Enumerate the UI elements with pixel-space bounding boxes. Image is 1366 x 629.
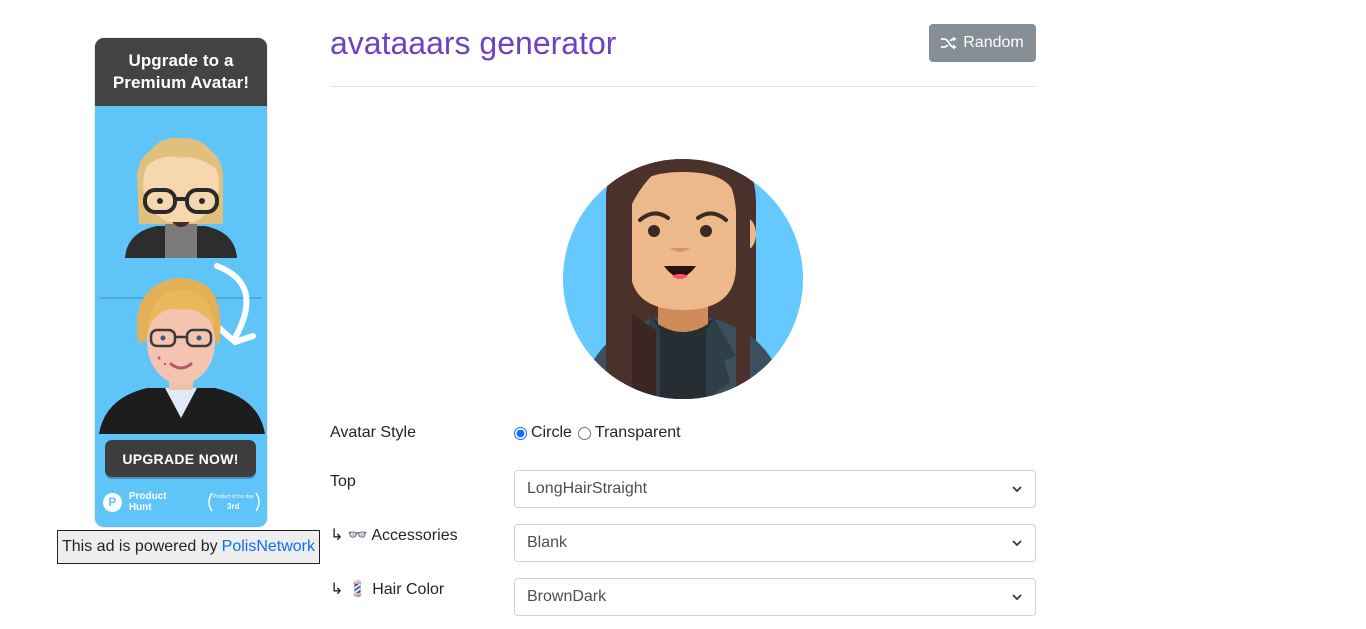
chevron-down-icon	[1012, 540, 1022, 547]
product-hunt-label: Product Hunt	[128, 491, 167, 513]
accessories-select-value: Blank	[527, 534, 568, 551]
product-hunt-row: P Product Hunt Product of the day 3rd	[103, 490, 261, 514]
hair-color-select[interactable]: BrownDark	[514, 578, 1036, 616]
radio-circle[interactable]	[514, 426, 527, 440]
radio-circle-option[interactable]: Circle	[514, 421, 572, 445]
hair-color-label: ↳ 💈 Hair Color	[330, 581, 445, 598]
chevron-down-icon	[1012, 594, 1022, 601]
header-divider	[330, 86, 1036, 87]
avatar-preview	[563, 159, 803, 399]
ad-attribution-text: This ad is powered by	[62, 538, 218, 555]
hair-color-select-value: BrownDark	[527, 588, 607, 605]
accessories-label: ↳ 👓 Accessories	[330, 527, 458, 544]
polis-network-link[interactable]: PolisNetwork	[222, 538, 315, 556]
radio-transparent[interactable]	[577, 426, 591, 440]
radio-transparent-option[interactable]: Transparent	[577, 421, 681, 445]
ad-banner[interactable]: Upgrade to a Premium Avatar! UPGRADE NOW…	[95, 38, 267, 527]
product-hunt-badge: Product of the day 3rd	[206, 491, 261, 513]
hair-color-row: ↳ 💈 Hair Color BrownDark	[330, 578, 1036, 616]
ad-headline: Upgrade to a Premium Avatar!	[95, 38, 267, 106]
accessories-select[interactable]: Blank	[514, 524, 1036, 562]
top-row: Top LongHairStraight	[330, 470, 1036, 508]
radio-circle-label: Circle	[531, 424, 572, 441]
ad-illustration	[99, 137, 265, 434]
accessories-row: ↳ 👓 Accessories Blank	[330, 524, 1036, 562]
random-button[interactable]: Random	[929, 24, 1036, 62]
radio-transparent-label: Transparent	[594, 424, 681, 441]
product-hunt-icon: P	[103, 492, 122, 512]
page: Upgrade to a Premium Avatar! UPGRADE NOW…	[0, 0, 1366, 629]
avatar-style-radios: Circle Transparent	[514, 421, 687, 445]
top-select[interactable]: LongHairStraight	[514, 470, 1036, 508]
page-title: avataaars generator	[330, 25, 617, 61]
top-label: Top	[330, 473, 356, 490]
main-content: avataaars generator Random Avatar Style …	[330, 0, 1036, 629]
upgrade-now-button[interactable]: UPGRADE NOW!	[105, 440, 256, 477]
random-button-label: Random	[963, 34, 1024, 51]
ad-attribution: This ad is powered by PolisNetwork	[57, 530, 320, 564]
avatar-style-label: Avatar Style	[330, 424, 416, 441]
top-select-value: LongHairStraight	[527, 480, 648, 497]
avatar-style-row: Avatar Style Circle Transparent	[330, 421, 1036, 459]
chevron-down-icon	[1012, 486, 1022, 493]
shuffle-icon	[941, 36, 957, 50]
